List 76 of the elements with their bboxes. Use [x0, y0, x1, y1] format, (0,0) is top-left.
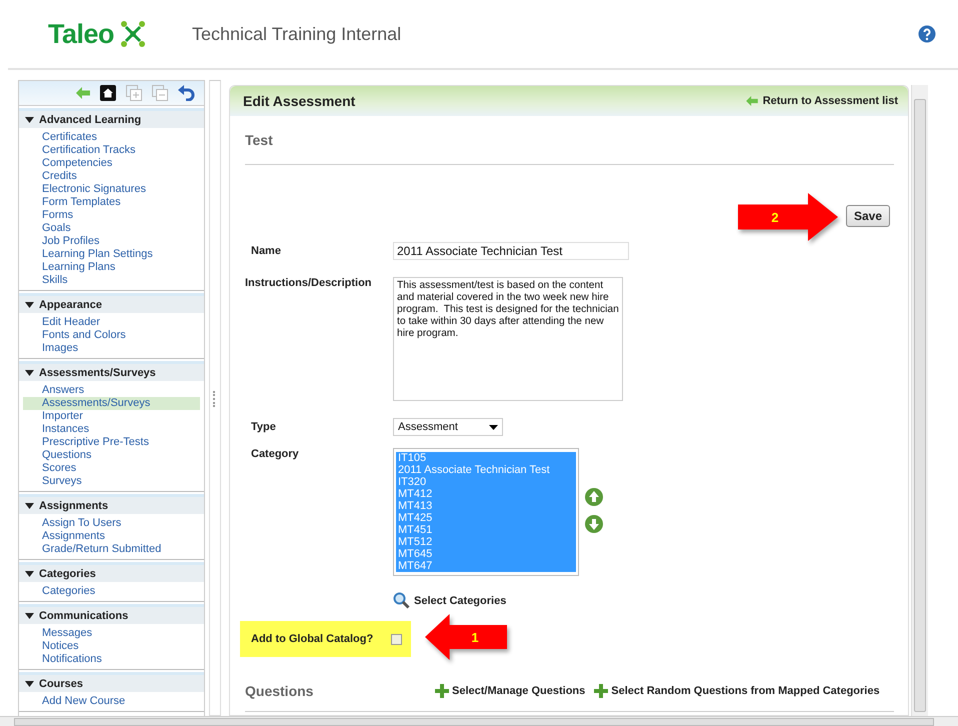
sidebar-link[interactable]: Fonts and Colors — [23, 329, 200, 342]
section-header[interactable]: Assignments — [19, 494, 204, 514]
caret-icon[interactable] — [25, 612, 34, 618]
sidebar-link[interactable]: Scores — [23, 462, 200, 475]
back-arrow-icon — [746, 96, 758, 106]
search-icon — [393, 592, 410, 609]
sidebar-link[interactable]: Competencies — [23, 157, 200, 170]
help-icon[interactable] — [918, 25, 936, 43]
sidebar-link[interactable]: Credits — [23, 170, 200, 183]
sidebar-link[interactable]: Learning Plans — [23, 261, 200, 274]
sidebar-link[interactable]: Learning Plan Settings — [23, 248, 200, 261]
caret-icon[interactable] — [25, 370, 34, 376]
plus-icon — [594, 684, 608, 698]
caret-icon[interactable] — [25, 302, 34, 308]
description-field[interactable]: This assessment/test is based on the content and material covered in the two week new hire program. This test is designed for the technician to take within 30 days after attending the new hire program. — [393, 277, 623, 401]
global-catalog-checkbox[interactable] — [391, 634, 402, 644]
sidebar-link[interactable]: Job Profiles — [23, 235, 200, 248]
name-field[interactable]: 2011 Associate Technician Test — [393, 242, 629, 260]
caret-icon[interactable] — [25, 570, 34, 576]
callout-number: 1 — [471, 630, 479, 644]
sidebar-link[interactable]: Questions — [23, 449, 200, 462]
question-action-link[interactable]: Select/Manage Questions — [435, 684, 586, 698]
caret-icon[interactable] — [25, 680, 34, 686]
section-header[interactable]: Communications — [19, 604, 204, 624]
section-header[interactable]: Advanced Learning — [19, 108, 204, 128]
sidebar-link[interactable]: Assignments — [23, 530, 200, 543]
sidebar-link[interactable]: Form Templates — [23, 196, 200, 209]
sidebar-link[interactable]: Notices — [23, 640, 200, 653]
select-categories-link[interactable]: Select Categories — [393, 592, 506, 609]
field-label: Type — [250, 421, 277, 433]
sidebar-link[interactable]: Certification Tracks — [23, 144, 200, 157]
field-label: Category — [250, 448, 300, 462]
sidebar-link[interactable]: Categories — [23, 585, 200, 598]
section-header[interactable]: Appearance — [19, 293, 204, 313]
sidebar-link[interactable]: Edit Header — [23, 316, 200, 329]
site-title: Technical Training Internal — [192, 24, 402, 44]
return-link[interactable]: Return to Assessment list — [746, 95, 898, 107]
home-icon[interactable] — [100, 85, 116, 101]
sidebar-link[interactable]: Forms — [23, 209, 200, 222]
sidebar-link[interactable]: Importer — [23, 410, 200, 423]
type-dropdown[interactable]: Assessment — [393, 418, 503, 436]
sidebar-link[interactable]: Electronic Signatures — [23, 183, 200, 196]
section-header[interactable]: Categories — [19, 562, 204, 582]
sidebar-link[interactable]: Prescriptive Pre-Tests — [23, 436, 200, 449]
question-action-link[interactable]: Select Random Questions from Mapped Categories — [594, 684, 880, 698]
sidebar-link[interactable]: Messages — [23, 627, 200, 640]
sidebar-link[interactable]: Certificates — [23, 131, 200, 144]
callout-number: 2 — [771, 210, 779, 224]
sidebar-link[interactable]: Assessments/Surveys — [23, 397, 200, 410]
section-header[interactable]: Courses — [19, 672, 204, 692]
sidebar-link[interactable]: Add New Course — [23, 695, 200, 708]
checkbox-label: Add to Global Catalog? — [251, 633, 374, 645]
sidebar-link[interactable]: Surveys — [23, 475, 200, 488]
section-title: Test — [245, 132, 274, 150]
sidebar-link[interactable]: Skills — [23, 274, 200, 287]
sidebar-link[interactable]: Goals — [23, 222, 200, 235]
sidebar-link[interactable]: Notifications — [23, 653, 200, 666]
caret-icon — [489, 424, 498, 430]
move-down-icon[interactable] — [585, 515, 603, 533]
save-button[interactable]: Save — [846, 205, 890, 227]
sidebar-link[interactable]: Images — [23, 342, 200, 355]
sidebar-link[interactable]: Answers — [23, 384, 200, 397]
sidebar-link[interactable]: Instances — [23, 423, 200, 436]
field-label: Instructions/Description — [245, 277, 373, 291]
panel-title: Edit Assessment — [243, 93, 356, 109]
sidebar-link[interactable]: Assign To Users — [23, 517, 200, 530]
plus-icon — [435, 684, 449, 698]
section-title: Questions — [245, 683, 314, 699]
sidebar-link[interactable]: Grade/Return Submitted — [23, 543, 200, 556]
caret-icon[interactable] — [25, 116, 34, 122]
caret-icon[interactable] — [25, 502, 34, 508]
section-header[interactable]: Assessments/Surveys — [19, 361, 204, 381]
field-label: Name — [250, 245, 282, 257]
logo: Taleo — [48, 18, 114, 50]
move-up-icon[interactable] — [585, 488, 603, 506]
undo-icon[interactable] — [178, 85, 196, 101]
